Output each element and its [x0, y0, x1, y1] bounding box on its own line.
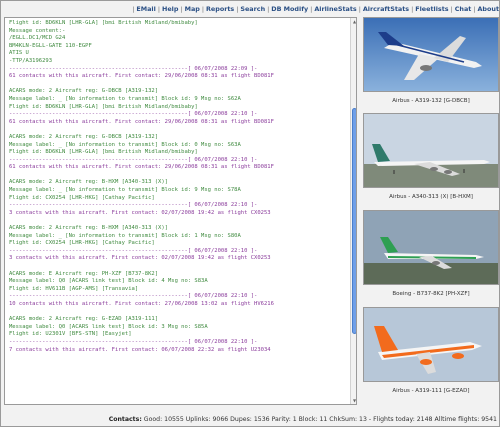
scroll-thumb[interactable]	[352, 108, 356, 334]
log-scrollbar[interactable]: ▲ ▼	[350, 18, 356, 404]
log-line: Flight id: BD6KLN [LHR-GLA] [bmi British…	[9, 20, 198, 26]
log-line: ACARS mode: 2 Aircraft reg: G-EZAD [A319…	[9, 316, 159, 323]
scroll-up-arrow-icon[interactable]: ▲	[351, 18, 356, 25]
log-line: Message label: _ [No information to tran…	[9, 141, 241, 148]
log-line: Message label: _ [No information to tran…	[9, 232, 241, 239]
aircraft-photo-ph-xzf[interactable]	[363, 210, 499, 285]
menu-about[interactable]: About	[477, 5, 499, 13]
photo-caption: Airbus - A340-313 (X) [B-HXM]	[389, 194, 473, 200]
photo-caption: Boeing - B737-8K2 [PH-XZF]	[392, 291, 470, 297]
menu-airlinestats[interactable]: AirlineStats	[314, 5, 356, 13]
acars-window: | EMail | Help | Map | Reports | Search …	[0, 0, 500, 427]
log-line: ----------------------------------------…	[9, 65, 258, 72]
menu-map[interactable]: Map	[185, 5, 200, 13]
log-line: BM4KLN-EGLL-GATE 110-EGPF	[9, 42, 92, 49]
log-line: ----------------------------------------…	[9, 156, 258, 163]
menu-email[interactable]: EMail	[136, 5, 155, 13]
log-line: ACARS mode: E Aircraft reg: PH-XZF [B737…	[9, 270, 159, 277]
menu-reports[interactable]: Reports	[206, 5, 234, 13]
log-line: 3 contacts with this aircraft. First con…	[9, 209, 271, 216]
log-line: ACARS mode: 2 Aircraft reg: B-HXM [A340-…	[9, 225, 168, 232]
aircraft-photo-g-dbcb[interactable]	[363, 17, 499, 92]
log-line: 3 contacts with this aircraft. First con…	[9, 255, 271, 262]
log-line: Flight id: CX0254 [LHR-HKG] [Cathay Paci…	[9, 194, 155, 201]
log-line: ----------------------------------------…	[9, 111, 258, 118]
log-line: ----------------------------------------…	[9, 247, 258, 254]
log-line: /EGLL.DC1/MCD G24	[9, 35, 66, 42]
log-line: Message label: _ [No information to tran…	[9, 187, 241, 194]
aircraft-photo-g-ezad[interactable]	[363, 307, 499, 382]
log-line: ----------------------------------------…	[9, 202, 258, 209]
transavia-b737-photo	[364, 211, 498, 284]
log-line: ACARS mode: 2 Aircraft reg: G-DBCB [A319…	[9, 133, 159, 140]
log-line: ACARS mode: 2 Aircraft reg: G-DBCB [A319…	[9, 88, 159, 95]
menu-chat[interactable]: Chat	[455, 5, 472, 13]
photo-caption: Airbus - A319-111 [G-EZAD]	[392, 388, 470, 394]
aircraft-photo-b-hxm[interactable]	[363, 113, 499, 188]
log-line: 61 contacts with this aircraft. First co…	[9, 164, 274, 171]
aircraft-photos: Airbus - A319-132 [G-DBCB] Airbus - A340…	[363, 17, 499, 412]
log-line: ATIS U	[9, 50, 29, 57]
log-line: Message label: _ [No information to tran…	[9, 95, 241, 102]
log-line: Flight id: BD6KLN [LHR-GLA] [bmi British…	[9, 149, 198, 156]
log-line: Flight id: HV611B [AGP-AMS] [Transavia]	[9, 285, 139, 292]
log-line: Message label: Q0 [ACARS link test] Bloc…	[9, 278, 208, 285]
menu-aircraftstats[interactable]: AircraftStats	[363, 5, 409, 13]
log-line: 7 contacts with this aircraft. First con…	[9, 346, 271, 353]
log-line: Flight id: CX0254 [LHR-HKG] [Cathay Paci…	[9, 240, 155, 247]
status-label: Contacts:	[108, 416, 142, 423]
menu-help[interactable]: Help	[162, 5, 178, 13]
log-line: ----------------------------------------…	[9, 293, 258, 300]
message-log: Flight id: BD6KLN [LHR-GLA] [bmi British…	[9, 20, 349, 354]
top-menu-bar: | EMail | Help | Map | Reports | Search …	[132, 5, 499, 13]
menu-search[interactable]: Search	[240, 5, 265, 13]
message-log-panel[interactable]: Flight id: BD6KLN [LHR-GLA] [bmi British…	[4, 17, 357, 405]
status-text: Good: 10555 Uplinks: 9066 Dupes: 1536 Pa…	[143, 416, 497, 423]
menu-fleetlists[interactable]: Fleetlists	[415, 5, 448, 13]
log-line: -TTP/A3196293	[9, 57, 53, 64]
easyjet-a319-photo	[364, 308, 498, 381]
log-line: Message content:-	[9, 27, 66, 34]
scroll-down-arrow-icon[interactable]: ▼	[351, 397, 356, 404]
log-line: Flight id: U2301V [BFS-STN] [Easyjet]	[9, 331, 132, 338]
status-bar: Contacts: Good: 10555 Uplinks: 9066 Dupe…	[1, 413, 500, 427]
menu-db-modify[interactable]: DB Modify	[271, 5, 308, 13]
bmi-a319-photo	[364, 18, 498, 91]
photo-caption: Airbus - A319-132 [G-DBCB]	[392, 98, 470, 104]
cathay-a340-photo	[364, 114, 498, 187]
log-line: ACARS mode: 2 Aircraft reg: B-HXM [A340-…	[9, 179, 168, 186]
log-line: ----------------------------------------…	[9, 338, 258, 345]
log-line: 61 contacts with this aircraft. First co…	[9, 118, 274, 125]
log-line: 61 contacts with this aircraft. First co…	[9, 73, 274, 80]
log-line: Flight id: BD6KLN [LHR-GLA] [bmi British…	[9, 103, 198, 110]
log-line: Message label: Q0 [ACARS link test] Bloc…	[9, 323, 208, 330]
log-line: 10 contacts with this aircraft. First co…	[9, 300, 274, 307]
